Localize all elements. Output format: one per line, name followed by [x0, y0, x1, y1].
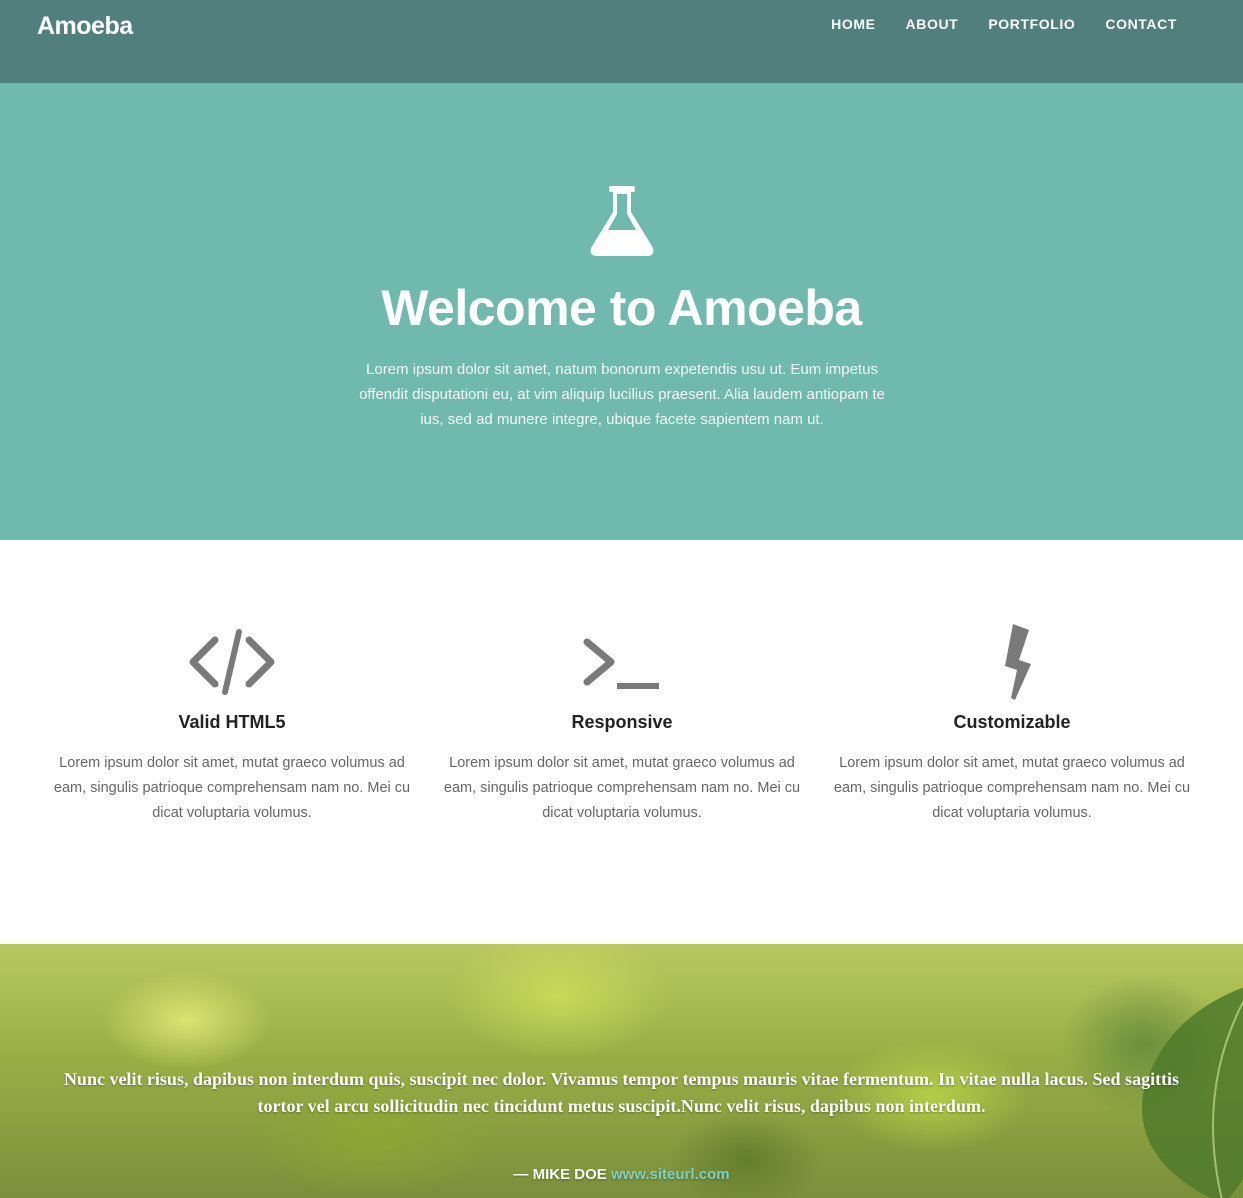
lightning-icon: [1005, 624, 1031, 700]
testimonial-section: Nunc velit risus, dapibus non interdum q…: [0, 944, 1243, 1198]
nav-about[interactable]: ABOUT: [906, 16, 959, 32]
hero-section: Welcome to Amoeba Lorem ipsum dolor sit …: [0, 83, 1243, 540]
brand-logo[interactable]: Amoeba: [37, 12, 133, 41]
quote-author-name: — MIKE DOE: [513, 1166, 607, 1183]
feature-text: Lorem ipsum dolor sit amet, mutat graeco…: [53, 755, 411, 821]
quote-author: — MIKE DOE www.siteurl.com: [0, 1166, 1243, 1183]
nav-home[interactable]: HOME: [831, 16, 875, 32]
top-navbar: Amoeba HOME ABOUT PORTFOLIO CONTACT: [0, 0, 1243, 83]
feature-title: Customizable: [953, 712, 1071, 732]
feature-title: Responsive: [571, 712, 673, 732]
terminal-icon: [583, 638, 659, 689]
nav-portfolio[interactable]: PORTFOLIO: [988, 16, 1075, 32]
hero-text: Lorem ipsum dolor sit amet, natum bonoru…: [359, 361, 885, 428]
feature-responsive: Responsive Lorem ipsum dolor sit amet, m…: [442, 622, 802, 826]
features-section: Valid HTML5 Lorem ipsum dolor sit amet, …: [0, 540, 1243, 944]
quote-text: Nunc velit risus, dapibus non interdum q…: [63, 1069, 1180, 1116]
feature-valid-html5: Valid HTML5 Lorem ipsum dolor sit amet, …: [52, 622, 412, 826]
code-icon: [189, 629, 275, 695]
feature-text: Lorem ipsum dolor sit amet, mutat graeco…: [443, 755, 801, 821]
feature-customizable: Customizable Lorem ipsum dolor sit amet,…: [832, 622, 1192, 826]
feature-title: Valid HTML5: [178, 712, 286, 732]
feature-text: Lorem ipsum dolor sit amet, mutat graeco…: [833, 755, 1191, 821]
nav-contact[interactable]: CONTACT: [1105, 16, 1177, 32]
hero-title: Welcome to Amoeba: [381, 280, 862, 336]
main-nav: HOME ABOUT PORTFOLIO CONTACT: [831, 16, 1177, 34]
quote-author-link[interactable]: www.siteurl.com: [611, 1166, 730, 1183]
flask-icon: [590, 186, 654, 256]
